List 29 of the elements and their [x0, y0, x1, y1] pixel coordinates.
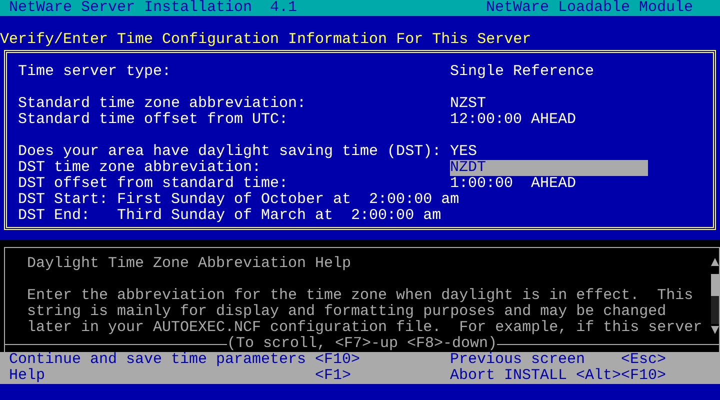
- key-hint: <F10>: [315, 352, 360, 368]
- key-label[interactable]: Abort INSTALL: [450, 368, 567, 384]
- field-label: Standard time offset from UTC:: [18, 112, 288, 128]
- window-title: NetWare Server Installation 4.1: [9, 0, 297, 16]
- key-label[interactable]: Continue and save time parameters: [9, 352, 306, 368]
- key-hint: <Esc>: [621, 352, 666, 368]
- field-label: Standard time zone abbreviation:: [18, 96, 306, 112]
- field-label: DST time zone abbreviation:: [18, 160, 261, 176]
- key-label[interactable]: Previous screen: [450, 352, 585, 368]
- field-label: Does your area have daylight saving time (DST):: [18, 144, 441, 160]
- key-hint: <Alt><F10>: [576, 368, 666, 384]
- field-label: DST offset from standard time:: [18, 176, 288, 192]
- input-field[interactable]: NZDT: [450, 160, 648, 176]
- scroll-hint: (To scroll, <F7>-up <F8>-down): [226, 336, 498, 352]
- key-label[interactable]: Help: [9, 368, 45, 384]
- field-value[interactable]: 1:00:00 AHEAD: [450, 176, 576, 192]
- field-value[interactable]: NZST: [450, 96, 486, 112]
- help-text: Enter the abbreviation for the time zone when daylight is in effect. This string is mainly for display and formatting purposes and may be changed later in your AUTOEXEC.NCF configuration file. For example, if this server: [27, 288, 702, 336]
- info-line: DST Start: First Sunday of October at 2:00:00 am: [18, 192, 459, 208]
- screen-heading: Verify/Enter Time Configuration Information For This Server: [0, 32, 531, 48]
- field-value[interactable]: 12:00:00 AHEAD: [450, 112, 576, 128]
- info-line: DST End: Third Sunday of March at 2:00:00 am: [18, 208, 441, 224]
- help-title: Daylight Time Zone Abbreviation Help: [27, 256, 352, 272]
- field-label: Time server type:: [18, 64, 171, 80]
- key-hint: <F1>: [315, 368, 351, 384]
- scrollbar[interactable]: [711, 256, 719, 336]
- field-value[interactable]: Single Reference: [450, 64, 594, 80]
- field-value[interactable]: YES: [450, 144, 477, 160]
- module-label: NetWare Loadable Module: [486, 0, 693, 16]
